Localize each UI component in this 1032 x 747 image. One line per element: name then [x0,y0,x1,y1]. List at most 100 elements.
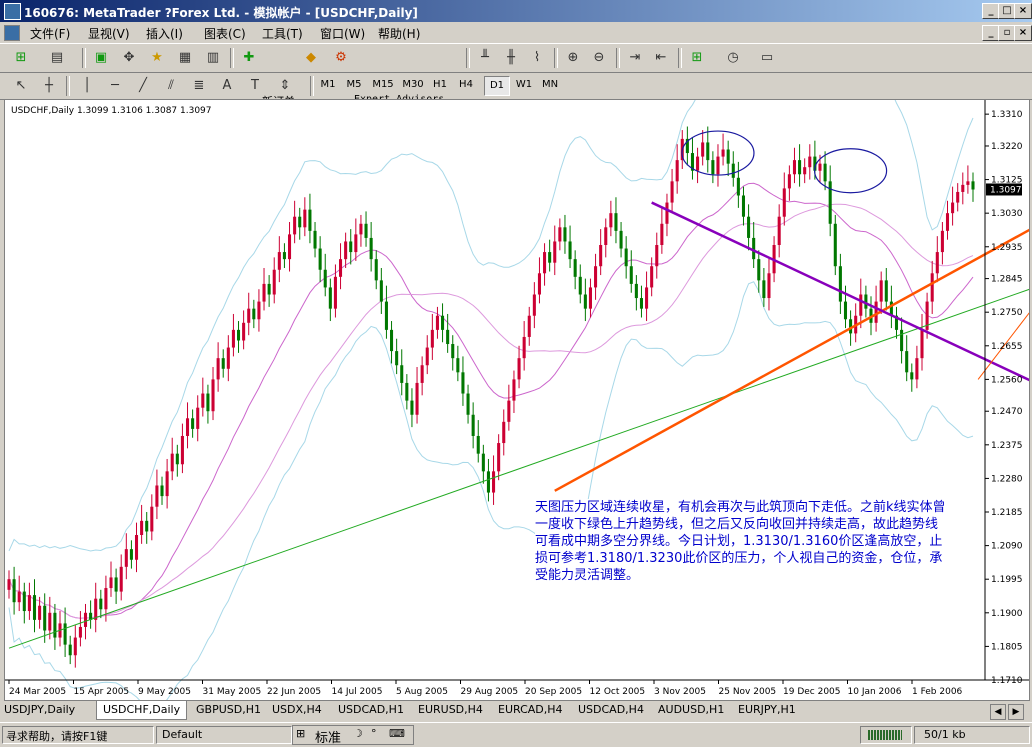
tf-m1[interactable]: M1 [316,76,340,94]
tab-eurcad-h4[interactable]: EURCAD,H4 [498,702,563,718]
candle-body [318,248,322,270]
tab-usdcad-h1[interactable]: USDCAD,H1 [338,702,404,718]
terminal-icon[interactable]: ▦ [174,48,196,68]
tab-eurusd-h4[interactable]: EURUSD,H4 [418,702,483,718]
candle-body [104,588,108,610]
tab-audusd-h1[interactable]: AUDUSD,H1 [658,702,724,718]
candle-body [68,644,72,656]
zoom-in-icon[interactable]: ⊕ [562,48,584,68]
cursor-icon[interactable]: ↖ [10,76,32,96]
arrows-icon[interactable]: ⇕ [274,76,296,96]
data-window-icon[interactable]: ✥ [118,48,140,68]
candle-body [145,520,149,532]
candle-body [221,358,225,369]
tf-w1[interactable]: W1 [512,76,536,94]
tab-usdx-h4[interactable]: USDX,H4 [272,702,322,718]
candle-body [588,287,592,309]
tab-usdcad-h4[interactable]: USDCAD,H4 [578,702,644,718]
market-watch-icon[interactable]: ▣ [90,48,112,68]
ime-moon-icon[interactable]: ☽ [353,727,363,740]
tab-gbpusd-h1[interactable]: GBPUSD,H1 [196,702,261,718]
autoscroll-icon[interactable]: ⇤ [650,48,672,68]
menu-view[interactable]: 显视(V) [88,25,130,42]
candle-body [859,294,863,316]
menu-file[interactable]: 文件(F) [30,25,70,42]
text-icon[interactable]: A [216,76,238,96]
candle-body [303,209,307,228]
tf-m30[interactable]: M30 [400,76,426,94]
ime-bar[interactable]: ⊞ 标准 ☽ ° ⌨ [292,725,414,746]
tab-scroll-right-icon[interactable]: ▶ [1008,704,1024,720]
price-label: 1.1900 [991,609,1023,619]
price-label: 1.3220 [991,142,1023,152]
indicators-icon[interactable]: ⊞ [686,48,708,68]
status-bar: 寻求帮助，请按F1键 Default ⊞ 标准 ☽ ° ⌨ 50/1 kb [0,722,1032,747]
price-label: 1.2560 [991,375,1023,385]
chart-shift-icon[interactable]: ⇥ [624,48,646,68]
tf-d1[interactable]: D1 [484,76,510,96]
candle-body [420,365,424,383]
crosshair-icon[interactable]: ┼ [38,76,60,96]
menu-insert[interactable]: 插入(I) [146,25,183,42]
tf-h4[interactable]: H4 [454,76,478,94]
vertical-line-icon[interactable]: │ [76,76,98,96]
child-close-button[interactable]: × [1014,25,1032,41]
profiles-icon[interactable]: ▤ [46,48,68,68]
candle-body [900,329,904,352]
candle-body [808,156,812,168]
candle-body [940,230,944,253]
price-label: 1.2090 [991,542,1023,552]
candle-body [196,407,200,429]
tab-usdchf-daily[interactable]: USDCHF,Daily [96,701,188,720]
candle-body [277,252,281,270]
trendline-icon[interactable]: ╱ [132,76,154,96]
menu-charts[interactable]: 图表(C) [204,25,246,42]
line-chart-icon[interactable]: ⌇ [526,48,548,68]
candle-body [961,184,965,192]
candle-body [267,283,271,295]
candle-body [395,351,399,366]
close-button[interactable]: × [1014,3,1032,19]
candle-body [823,163,827,182]
new-order-icon[interactable]: ✚ [238,48,260,68]
new-chart-icon[interactable]: ⊞ [10,48,32,68]
fibonacci-icon[interactable]: ≣ [188,76,210,96]
tf-mn[interactable]: MN [538,76,562,94]
tab-usdjpy-daily[interactable]: USDJPY,Daily [4,702,75,718]
candle-body [731,163,735,178]
text-label-icon[interactable]: T [244,76,266,96]
candle-body [339,259,343,277]
tf-m15[interactable]: M15 [368,76,398,94]
bar-chart-icon[interactable]: ╨ [474,48,496,68]
tester-icon[interactable]: ▥ [202,48,224,68]
candle-body [257,301,261,320]
navigator-icon[interactable]: ★ [146,48,168,68]
expert-advisors-icon[interactable]: ⚙ [330,48,352,68]
horizontal-line-icon[interactable]: ─ [104,76,126,96]
zoom-out-icon[interactable]: ⊖ [588,48,610,68]
menu-help[interactable]: 帮助(H) [378,25,420,42]
chart-window[interactable]: 1.3310 1.3220 1.3125 1.3030 1.2935 1.2845 1.27… [4,99,1030,701]
ime-keyboard-icon[interactable]: ⌨ [389,727,405,740]
tf-h1[interactable]: H1 [428,76,452,94]
ime-icon: ⊞ [296,727,306,740]
menu-tools[interactable]: 工具(T) [262,25,303,42]
candlestick-icon[interactable]: ╫ [500,48,522,68]
candle-body [114,577,118,592]
candle-body [83,612,88,627]
periods-icon[interactable]: ◷ [722,48,744,68]
channel-icon[interactable]: ⫽ [160,76,182,96]
tab-scroll-left-icon[interactable]: ◀ [990,704,1006,720]
date-label: 5 Aug 2005 [396,687,448,697]
ime-mode[interactable]: 标准 [315,727,341,746]
candle-body [109,577,113,589]
ime-punct-icon[interactable]: ° [371,727,377,740]
candle-body [7,579,11,590]
tab-eurjpy-h1[interactable]: EURJPY,H1 [738,702,796,718]
tf-m5[interactable]: M5 [342,76,366,94]
templates-icon[interactable]: ▭ [756,48,778,68]
metaeditor-icon[interactable]: ◆ [300,48,322,68]
menu-window[interactable]: 窗口(W) [320,25,365,42]
candle-body [711,160,715,175]
candle-body [502,421,506,444]
